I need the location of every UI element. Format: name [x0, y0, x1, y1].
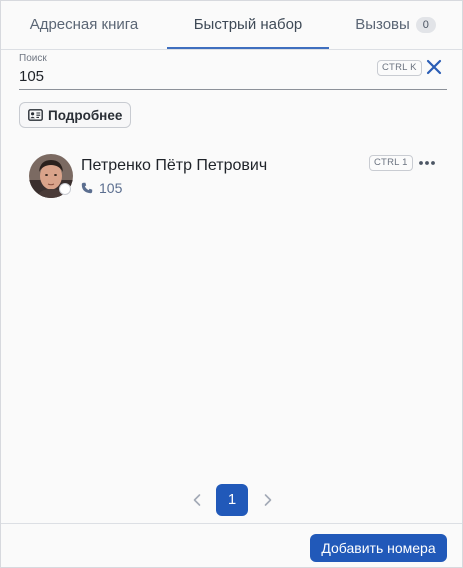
tab-address-book[interactable]: Адресная книга: [1, 1, 167, 48]
chevron-left-icon[interactable]: [190, 492, 204, 508]
tab-bar: Адресная книга Быстрый набор Вызовы 0: [1, 1, 462, 50]
contact-list-item[interactable]: Петренко Пётр Петрович 105 CTRL 1: [19, 149, 445, 205]
presence-status-indicator: [59, 183, 71, 195]
tab-label: Адресная книга: [29, 16, 139, 33]
contact-phone[interactable]: 105: [81, 180, 122, 196]
contact-card-icon: [28, 109, 43, 121]
close-icon[interactable]: [425, 58, 443, 76]
tab-label: Быстрый набор: [193, 16, 303, 33]
speed-dial-panel: Адресная книга Быстрый набор Вызовы 0 По…: [0, 0, 463, 568]
tab-speed-dial[interactable]: Быстрый набор: [167, 1, 329, 49]
search-input[interactable]: [19, 66, 359, 86]
tab-calls[interactable]: Вызовы 0: [329, 1, 462, 48]
footer: Добавить номера: [1, 523, 462, 568]
pagination: 1: [1, 484, 462, 516]
details-button[interactable]: Подробнее: [19, 102, 132, 128]
chevron-right-icon[interactable]: [261, 492, 275, 508]
speed-dial-shortcut-hint: CTRL 1: [369, 155, 413, 171]
pagination-page-current[interactable]: 1: [216, 484, 248, 516]
tab-label: Вызовы: [355, 16, 410, 33]
more-options-icon[interactable]: [417, 156, 437, 170]
search-label: Поиск: [19, 53, 47, 64]
calls-count-badge: 0: [415, 16, 436, 33]
contact-name: Петренко Пётр Петрович: [81, 157, 268, 174]
contact-phone-number: 105: [99, 180, 123, 196]
search-field: Поиск CTRL K: [19, 53, 447, 90]
add-numbers-button[interactable]: Добавить номера: [310, 534, 447, 562]
details-button-label: Подробнее: [48, 107, 123, 123]
search-shortcut-hint: CTRL K: [377, 60, 422, 76]
phone-icon: [81, 182, 93, 194]
